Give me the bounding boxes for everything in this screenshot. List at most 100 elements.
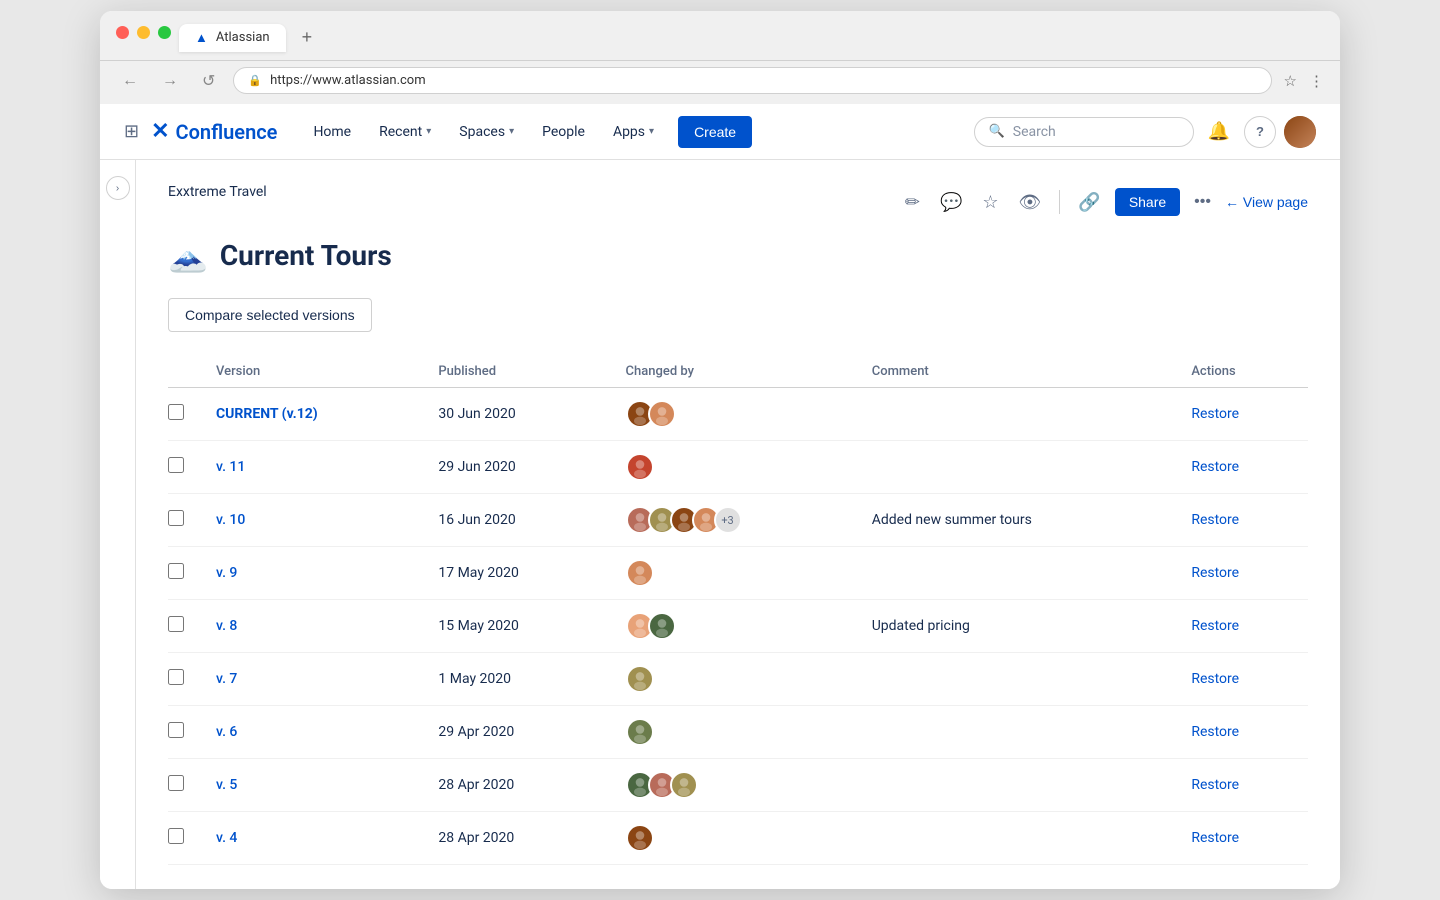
version-checkbox[interactable] xyxy=(168,669,184,685)
star-button[interactable]: ☆ xyxy=(976,186,1004,219)
app-grid-icon[interactable]: ⊞ xyxy=(124,121,139,142)
refresh-button[interactable]: ↺ xyxy=(196,69,221,93)
version-link[interactable]: v. 5 xyxy=(216,777,237,793)
browser-addressbar: ← → ↺ 🔒 https://www.atlassian.com ☆ ⋮ xyxy=(100,61,1340,104)
restore-link[interactable]: Restore xyxy=(1191,406,1239,422)
restore-link[interactable]: Restore xyxy=(1191,565,1239,581)
row-checkbox-cell xyxy=(168,494,200,547)
nav-people[interactable]: People xyxy=(530,116,597,148)
avatar xyxy=(626,665,654,693)
comment-button[interactable]: 💬 xyxy=(934,186,968,219)
confluence-logo[interactable]: ✕ Confluence xyxy=(151,119,277,144)
action-cell: Restore xyxy=(1175,600,1308,653)
version-link[interactable]: v. 9 xyxy=(216,565,237,581)
changed-by-cell xyxy=(610,653,856,706)
version-checkbox[interactable] xyxy=(168,404,184,420)
back-button[interactable]: ← xyxy=(116,70,144,92)
nav-home[interactable]: Home xyxy=(301,116,363,148)
avatar-group xyxy=(626,771,840,799)
create-button[interactable]: Create xyxy=(678,116,752,148)
new-tab-button[interactable]: + xyxy=(294,23,321,52)
minimize-dot[interactable] xyxy=(137,26,150,39)
compare-versions-button[interactable]: Compare selected versions xyxy=(168,298,372,332)
more-actions-button[interactable]: ••• xyxy=(1188,187,1217,217)
nav-right: 🔍 Search 🔔 ? xyxy=(974,115,1316,148)
nav-apps[interactable]: Apps ▾ xyxy=(601,116,666,148)
watch-button[interactable]: 👁 xyxy=(1013,186,1048,219)
forward-button[interactable]: → xyxy=(156,70,184,92)
version-cell: v. 7 xyxy=(200,653,422,706)
url-text: https://www.atlassian.com xyxy=(270,73,426,88)
version-checkbox[interactable] xyxy=(168,510,184,526)
table-row: CURRENT (v.12) 30 Jun 2020 Restore xyxy=(168,388,1308,441)
avatar xyxy=(626,453,654,481)
version-link[interactable]: v. 7 xyxy=(216,671,237,687)
version-link[interactable]: v. 4 xyxy=(216,830,237,846)
published-cell: 29 Jun 2020 xyxy=(422,441,609,494)
notifications-button[interactable]: 🔔 xyxy=(1202,115,1236,148)
avatar-group: +3 xyxy=(626,506,840,534)
avatar-group xyxy=(626,400,840,428)
row-checkbox-cell xyxy=(168,441,200,494)
copy-link-button[interactable]: 🔗 xyxy=(1072,186,1106,219)
avatar-group xyxy=(626,453,840,481)
published-cell: 30 Jun 2020 xyxy=(422,388,609,441)
page-actions: ✏ 💬 ☆ 👁 🔗 Share ••• ← View page xyxy=(899,186,1308,219)
col-published: Published xyxy=(422,356,609,388)
restore-link[interactable]: Restore xyxy=(1191,512,1239,528)
version-checkbox[interactable] xyxy=(168,722,184,738)
version-link[interactable]: v. 11 xyxy=(216,459,245,475)
avatar xyxy=(648,612,676,640)
table-row: v. 428 Apr 2020Restore xyxy=(168,812,1308,865)
browser-tab[interactable]: ▲ Atlassian xyxy=(179,24,286,52)
restore-link[interactable]: Restore xyxy=(1191,830,1239,846)
version-link[interactable]: v. 8 xyxy=(216,618,237,634)
user-avatar[interactable] xyxy=(1284,116,1316,148)
restore-link[interactable]: Restore xyxy=(1191,777,1239,793)
sidebar-toggle-button[interactable]: › xyxy=(106,176,130,200)
version-checkbox[interactable] xyxy=(168,616,184,632)
edit-button[interactable]: ✏ xyxy=(899,186,926,219)
row-checkbox-cell xyxy=(168,759,200,812)
restore-link[interactable]: Restore xyxy=(1191,724,1239,740)
col-changed-by: Changed by xyxy=(610,356,856,388)
more-options-button[interactable]: ⋮ xyxy=(1309,72,1324,90)
table-row: v. 917 May 2020Restore xyxy=(168,547,1308,600)
search-box[interactable]: 🔍 Search xyxy=(974,117,1194,147)
nav-recent[interactable]: Recent ▾ xyxy=(367,116,443,148)
address-bar[interactable]: 🔒 https://www.atlassian.com xyxy=(233,67,1271,94)
table-header: Version Published Changed by Comment Act… xyxy=(168,356,1308,388)
breadcrumb-link[interactable]: Exxtreme Travel xyxy=(168,184,267,200)
page-area: › Exxtreme Travel ✏ 💬 ☆ 👁 🔗 Share ••• xyxy=(100,160,1340,889)
row-checkbox-cell xyxy=(168,653,200,706)
close-dot[interactable] xyxy=(116,26,129,39)
restore-link[interactable]: Restore xyxy=(1191,459,1239,475)
row-checkbox-cell xyxy=(168,812,200,865)
row-checkbox-cell xyxy=(168,388,200,441)
maximize-dot[interactable] xyxy=(158,26,171,39)
version-checkbox[interactable] xyxy=(168,775,184,791)
browser-titlebar: ▲ Atlassian + xyxy=(100,11,1340,61)
comment-cell xyxy=(856,441,1176,494)
action-cell: Restore xyxy=(1175,653,1308,706)
main-content: Exxtreme Travel ✏ 💬 ☆ 👁 🔗 Share ••• ← Vi… xyxy=(136,160,1340,889)
action-cell: Restore xyxy=(1175,494,1308,547)
version-link[interactable]: CURRENT (v.12) xyxy=(216,406,318,422)
version-checkbox[interactable] xyxy=(168,457,184,473)
view-page-button[interactable]: ← View page xyxy=(1225,194,1308,210)
bookmark-button[interactable]: ☆ xyxy=(1284,72,1297,90)
version-link[interactable]: v. 10 xyxy=(216,512,245,528)
help-button[interactable]: ? xyxy=(1244,116,1276,148)
avatar xyxy=(648,400,676,428)
version-checkbox[interactable] xyxy=(168,828,184,844)
version-link[interactable]: v. 6 xyxy=(216,724,237,740)
avatar-group xyxy=(626,824,840,852)
browser-window: ▲ Atlassian + ← → ↺ 🔒 https://www.atlass… xyxy=(100,11,1340,889)
restore-link[interactable]: Restore xyxy=(1191,618,1239,634)
tab-icon: ▲ xyxy=(195,30,208,46)
restore-link[interactable]: Restore xyxy=(1191,671,1239,687)
share-button[interactable]: Share xyxy=(1115,188,1180,216)
published-cell: 15 May 2020 xyxy=(422,600,609,653)
nav-spaces[interactable]: Spaces ▾ xyxy=(447,116,526,148)
version-checkbox[interactable] xyxy=(168,563,184,579)
